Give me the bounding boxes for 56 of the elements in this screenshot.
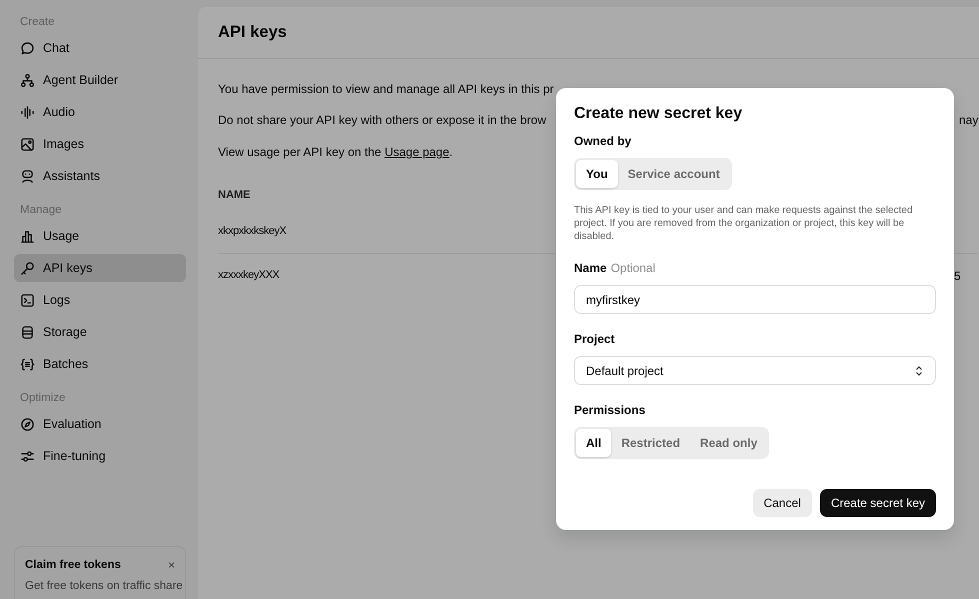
sidebar-item[interactable]: Assistants xyxy=(14,162,186,190)
segment-tab[interactable]: All xyxy=(576,429,612,457)
database-icon xyxy=(20,324,35,340)
promo-text: Get free tokens on traffic share xyxy=(25,578,183,594)
audio-wave-icon xyxy=(20,104,35,120)
section-heading: Manage xyxy=(19,203,63,218)
section-heading: Create xyxy=(19,15,56,30)
network-nodes-icon xyxy=(20,72,35,88)
create-button[interactable]: Create secret key xyxy=(820,489,936,517)
image-icon xyxy=(20,136,35,152)
promo-title: Claim free tokens xyxy=(25,558,121,572)
robot-icon xyxy=(20,168,35,184)
sidebar-item[interactable]: Agent Builder xyxy=(14,66,186,94)
optional-hint: Optional xyxy=(610,261,656,275)
usage-page-link[interactable]: Usage page xyxy=(384,144,450,159)
braces-list-icon xyxy=(20,356,35,372)
compass-icon xyxy=(20,416,35,432)
body-text: You have permission to view and manage all API keys in this pr xyxy=(218,80,555,98)
field-label: Permissions xyxy=(574,402,646,419)
sidebar-item[interactable]: Batches xyxy=(14,350,186,378)
terminal-icon xyxy=(20,292,35,308)
sidebar-item[interactable]: API keys xyxy=(14,254,186,282)
sliders-icon xyxy=(20,448,35,464)
cancel-button[interactable]: Cancel xyxy=(752,489,812,517)
sidebar-item[interactable]: Usage xyxy=(14,222,186,250)
field-label: Name xyxy=(574,261,607,275)
sidebar-item[interactable]: Images xyxy=(14,130,186,158)
close-icon[interactable]: × xyxy=(168,559,175,572)
field-label: Owned by xyxy=(574,133,632,150)
body-text: nay xyxy=(959,112,978,130)
help-text: This API key is tied to your user and can make requests against the selected project. If you are removed from the organization or project, this key will be disabled. xyxy=(574,204,914,243)
bar-chart-icon xyxy=(20,228,35,244)
sidebar-item[interactable]: Logs xyxy=(14,286,186,314)
name-input[interactable]: myfirstkey xyxy=(574,285,936,314)
project-select[interactable]: Default project xyxy=(574,356,936,385)
dialog-title: Create new secret key xyxy=(574,104,744,124)
body-text: Do not share your API key with others or expose it in the brow xyxy=(218,112,548,130)
key-icon xyxy=(20,260,35,276)
chevron-updown-icon xyxy=(914,364,924,376)
body-text: View usage per API key on the Usage page. xyxy=(218,144,454,161)
table-cell-text: 5 xyxy=(954,268,961,284)
field-label: Project xyxy=(574,331,616,348)
segment-tab[interactable]: Read only xyxy=(690,429,768,457)
sidebar-item[interactable]: Audio xyxy=(14,98,186,126)
page-title: API keys xyxy=(218,22,287,44)
sidebar-item[interactable]: Chat xyxy=(14,34,186,62)
key-name: xkxpxkxkskeyX xyxy=(218,224,288,239)
section-heading: Optimize xyxy=(19,391,66,406)
key-name: xzxxxkeyXXX xyxy=(218,268,280,284)
segment-tab[interactable]: You xyxy=(576,160,618,188)
chat-bubble-icon xyxy=(20,40,35,56)
segment-tab[interactable]: Service account xyxy=(618,160,730,188)
sidebar-item[interactable]: Fine-tuning xyxy=(14,442,186,470)
segment-tab[interactable]: Restricted xyxy=(611,429,690,457)
sidebar-item[interactable]: Storage xyxy=(14,318,186,346)
sidebar-item[interactable]: Evaluation xyxy=(14,410,186,438)
